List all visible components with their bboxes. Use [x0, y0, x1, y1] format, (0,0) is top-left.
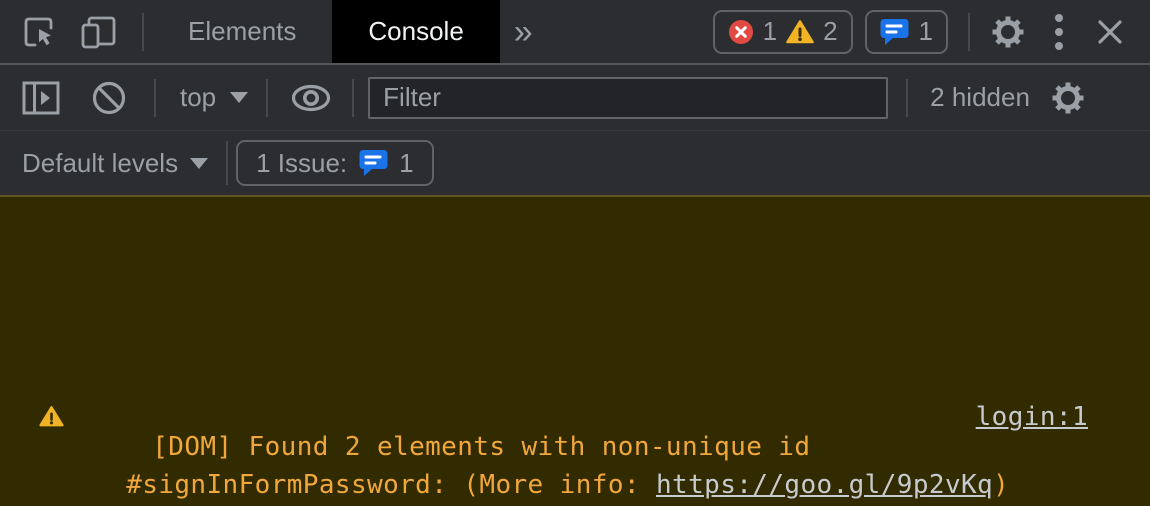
- close-icon[interactable]: [1096, 18, 1124, 46]
- tab-console[interactable]: Console: [332, 0, 499, 63]
- issues-count: 1: [919, 16, 933, 47]
- context-selector-label: top: [180, 82, 216, 113]
- issues-message-icon: [359, 149, 389, 177]
- issue-count: 1: [399, 148, 413, 179]
- device-toolbar-icon[interactable]: [80, 14, 118, 50]
- clear-console-icon[interactable]: [90, 79, 128, 117]
- separator: [352, 79, 354, 117]
- more-tabs-icon[interactable]: »: [514, 15, 533, 49]
- issues-badge[interactable]: 1: [865, 10, 948, 54]
- input-element-1-line-1[interactable]: <input id="signInFormPassword" name="pas…: [95, 478, 1122, 506]
- warning-icon: [786, 19, 814, 44]
- separator: [142, 13, 144, 51]
- context-selector[interactable]: top: [156, 82, 248, 113]
- console-settings-gear-icon[interactable]: [1050, 80, 1086, 116]
- console-messages-area[interactable]: [DOM] Found 2 elements with non-unique i…: [0, 195, 1150, 506]
- separator: [266, 79, 268, 117]
- settings-gear-icon[interactable]: [990, 14, 1026, 50]
- separator: [226, 141, 228, 185]
- warning-count: 2: [823, 16, 837, 47]
- kebab-menu-icon[interactable]: [1054, 12, 1064, 52]
- separator: [968, 13, 970, 51]
- console-sidebar-toggle-icon[interactable]: [22, 81, 60, 115]
- source-location-link[interactable]: login:1: [976, 402, 1088, 432]
- filter-input[interactable]: [368, 77, 888, 119]
- log-levels-label: Default levels: [22, 148, 178, 179]
- issue-label: 1 Issue:: [256, 148, 347, 179]
- chevron-down-icon: [190, 158, 208, 169]
- log-levels-dropdown[interactable]: Default levels: [0, 148, 208, 179]
- chevron-down-icon: [230, 92, 248, 103]
- hidden-count-label: 2 hidden: [930, 82, 1030, 113]
- error-icon: [728, 19, 754, 45]
- warning-icon: [39, 405, 64, 427]
- issues-counter-button[interactable]: 1 Issue: 1: [236, 140, 434, 186]
- tab-console-label: Console: [368, 16, 463, 47]
- console-levels-bar: Default levels 1 Issue: 1: [0, 131, 1150, 195]
- tab-elements-label: Elements: [188, 16, 296, 47]
- error-count: 1: [763, 16, 777, 47]
- console-toolbar: top 2 hidden: [0, 65, 1150, 131]
- error-warning-badge[interactable]: 1 2: [713, 10, 853, 54]
- inspect-element-icon[interactable]: [22, 15, 56, 49]
- separator: [906, 79, 908, 117]
- live-expression-eye-icon[interactable]: [290, 83, 332, 113]
- tab-elements[interactable]: Elements: [152, 0, 332, 63]
- devtools-tab-bar: Elements Console » 1 2 1: [0, 0, 1150, 65]
- issues-message-icon: [880, 18, 910, 46]
